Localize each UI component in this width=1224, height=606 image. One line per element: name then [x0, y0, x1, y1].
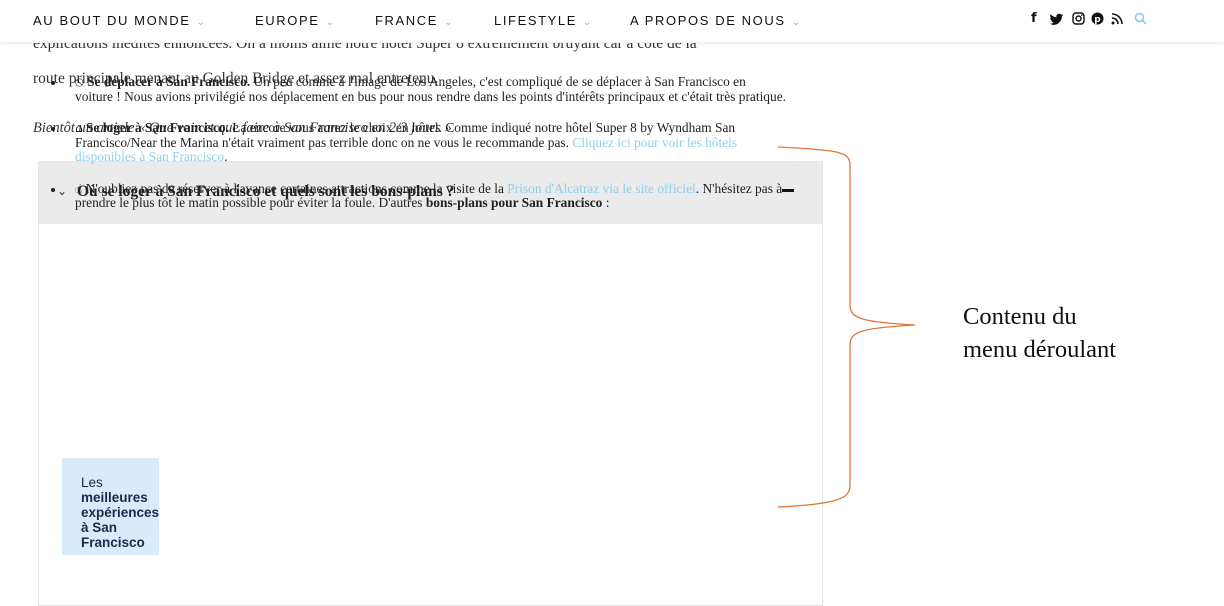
twitter-icon[interactable] — [1050, 13, 1064, 29]
nav-item-a-propos-de-nous[interactable]: A PROPOS DE NOUS ⌄ — [630, 13, 800, 28]
facebook-icon[interactable]: f — [1031, 11, 1037, 26]
chevron-down-icon: ⌄ — [583, 17, 592, 28]
annotation-bracket — [777, 146, 916, 508]
annotation-line: menu déroulant — [963, 336, 1117, 363]
chevron-down-icon: ⌄ — [444, 17, 453, 28]
nav-label: LIFESTYLE — [494, 13, 578, 28]
rss-icon[interactable] — [1111, 12, 1123, 29]
pinterest-icon[interactable]: p — [1091, 12, 1104, 29]
nav-label: A PROPOS DE NOUS — [630, 13, 786, 28]
nav-label: AU BOUT DU MONDE — [33, 13, 191, 28]
nav-label: EUROPE — [255, 13, 320, 28]
nav-label: FRANCE — [375, 13, 439, 28]
nav-item-france[interactable]: FRANCE ⌄ — [375, 13, 452, 28]
nav-item-au-bout-du-monde[interactable]: AU BOUT DU MONDE ⌄ — [33, 13, 205, 28]
chevron-down-icon: ⌄ — [325, 17, 334, 28]
nav-item-lifestyle[interactable]: LIFESTYLE ⌄ — [494, 13, 591, 28]
svg-text:p: p — [1094, 15, 1101, 25]
chevron-down-icon: ⌄ — [196, 17, 205, 28]
annotation-line: Contenu du — [963, 303, 1077, 330]
search-icon[interactable] — [1134, 12, 1147, 29]
top-navigation: AU BOUT DU MONDE ⌄ EUROPE ⌄ FRANCE ⌄ LIFEST… — [0, 0, 1224, 42]
chevron-down-icon: ⌄ — [791, 17, 801, 28]
nav-item-europe[interactable]: EUROPE ⌄ — [255, 13, 334, 28]
annotation-label: Contenu du menu déroulant — [963, 300, 1116, 366]
instagram-icon[interactable] — [1072, 12, 1085, 29]
